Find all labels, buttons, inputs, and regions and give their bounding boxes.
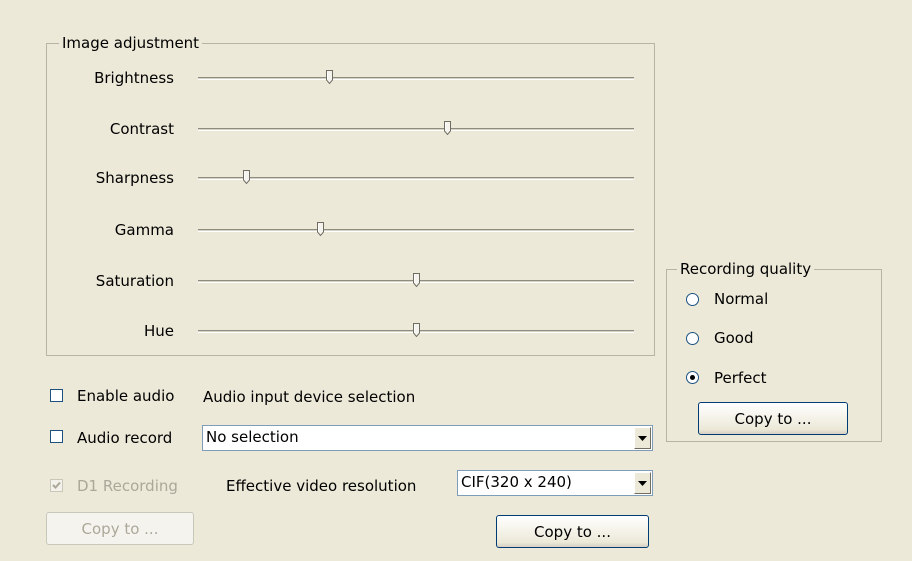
enable-audio-checkbox[interactable] <box>50 389 63 402</box>
slider-thumb-gamma[interactable] <box>317 222 325 236</box>
video-resolution-value: CIF(320 x 240) <box>461 473 572 491</box>
radio-perfect-label: Perfect <box>714 369 767 387</box>
radio-perfect[interactable] <box>686 371 699 384</box>
audio-record-checkbox[interactable] <box>50 430 63 443</box>
d1-recording-checkbox[interactable] <box>50 479 63 492</box>
slider-label-sharpness: Sharpness <box>95 169 174 187</box>
slider-label-hue: Hue <box>143 322 174 340</box>
d1-recording-label: D1 Recording <box>77 477 178 495</box>
slider-track-contrast[interactable] <box>198 128 634 131</box>
radio-good-label: Good <box>714 329 754 347</box>
audio-device-value: No selection <box>206 428 299 446</box>
slider-track-sharpness[interactable] <box>198 177 634 180</box>
slider-label-brightness: Brightness <box>94 69 174 87</box>
slider-track-brightness[interactable] <box>198 77 634 80</box>
copy-to-button-disabled[interactable]: Copy to ... <box>46 512 194 545</box>
radio-selected-dot <box>690 375 695 380</box>
effective-video-resolution-label: Effective video resolution <box>226 477 417 495</box>
slider-thumb-saturation[interactable] <box>413 273 420 287</box>
slider-track-gamma[interactable] <box>198 229 634 232</box>
slider-thumb-contrast[interactable] <box>443 121 451 135</box>
slider-label-saturation: Saturation <box>95 272 174 290</box>
recording-quality-title: Recording quality <box>677 259 815 279</box>
audio-record-label: Audio record <box>77 429 173 447</box>
slider-thumb-hue[interactable] <box>413 323 420 337</box>
slider-thumb-sharpness[interactable] <box>242 170 250 184</box>
dropdown-arrow-icon[interactable] <box>634 427 651 449</box>
radio-normal-label: Normal <box>714 290 769 308</box>
image-adjustment-group: Image adjustment <box>46 33 655 356</box>
radio-good[interactable] <box>686 332 699 345</box>
image-adjustment-title: Image adjustment <box>59 33 203 53</box>
audio-device-combobox[interactable]: No selection <box>202 425 653 451</box>
radio-normal[interactable] <box>686 293 699 306</box>
copy-to-quality-button[interactable]: Copy to ... <box>698 402 848 435</box>
slider-thumb-brightness[interactable] <box>325 70 333 84</box>
video-resolution-combobox[interactable]: CIF(320 x 240) <box>457 470 653 496</box>
enable-audio-label: Enable audio <box>77 387 175 405</box>
dropdown-arrow-icon[interactable] <box>634 472 651 494</box>
slider-label-gamma: Gamma <box>114 221 174 239</box>
copy-to-button[interactable]: Copy to ... <box>496 515 649 548</box>
checkmark-icon <box>52 481 61 489</box>
audio-input-device-selection-label: Audio input device selection <box>203 388 416 406</box>
slider-label-contrast: Contrast <box>109 120 174 138</box>
